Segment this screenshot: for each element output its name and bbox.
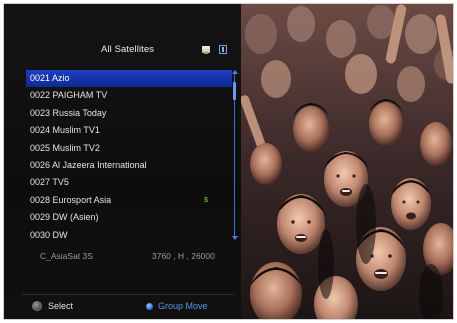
tv-screen: All Satellites 0021 Azio 0022 PAIGHAM TV 0… bbox=[3, 3, 454, 320]
ok-button-icon bbox=[32, 301, 42, 311]
crowd-video-image bbox=[241, 4, 453, 319]
channel-list-panel: All Satellites 0021 Azio 0022 PAIGHAM TV 0… bbox=[4, 4, 241, 319]
footer-divider bbox=[22, 294, 235, 295]
select-label: Select bbox=[48, 301, 74, 311]
channel-name: Muslim TV1 bbox=[52, 125, 100, 136]
channel-label: 0030 DW bbox=[30, 227, 68, 244]
channel-name: DW bbox=[52, 229, 68, 240]
channel-row[interactable]: 0023 Russia Today bbox=[26, 105, 232, 122]
channel-label: 0022 PAIGHAM TV bbox=[30, 87, 107, 104]
channel-label: 0021 Azio bbox=[30, 70, 70, 87]
scroll-thumb[interactable] bbox=[233, 82, 236, 100]
satellite-name: C_AsiaSat 3S bbox=[40, 251, 93, 261]
channel-number: 0029 bbox=[30, 212, 51, 223]
channel-number: 0027 bbox=[30, 177, 51, 188]
channel-label: 0024 Muslim TV1 bbox=[30, 122, 100, 139]
channel-label: 0027 TV5 bbox=[30, 174, 69, 191]
channel-number: 0023 bbox=[30, 107, 51, 118]
channel-number: 0024 bbox=[30, 125, 51, 136]
tv-icon bbox=[202, 46, 210, 54]
select-button[interactable]: Select bbox=[32, 300, 73, 312]
channel-label: 0026 Al Jazeera International bbox=[30, 157, 147, 174]
channel-row[interactable]: 0030 DW bbox=[26, 227, 232, 244]
channel-row[interactable]: 0026 Al Jazeera International bbox=[26, 157, 232, 174]
channel-list-scrollbar[interactable] bbox=[232, 70, 238, 240]
transponder-params: 3760 , H , 26000 bbox=[152, 251, 215, 261]
channel-name: TV5 bbox=[52, 177, 69, 188]
blue-key-icon bbox=[146, 302, 153, 310]
channel-number: 0026 bbox=[30, 159, 51, 170]
channel-label: 0023 Russia Today bbox=[30, 105, 106, 122]
group-move-button[interactable]: Group Move bbox=[146, 300, 208, 312]
group-move-label: Group Move bbox=[158, 301, 208, 311]
channel-number: 0028 bbox=[30, 194, 51, 205]
channel-number: 0025 bbox=[30, 142, 51, 153]
satellite-group-title: All Satellites bbox=[101, 44, 155, 55]
channel-name: PAIGHAM TV bbox=[52, 90, 108, 101]
scroll-down-arrow-icon[interactable] bbox=[232, 236, 238, 240]
channel-name: DW (Asien) bbox=[52, 212, 99, 223]
channel-row[interactable]: 0029 DW (Asien) bbox=[26, 209, 232, 226]
scroll-up-arrow-icon[interactable] bbox=[232, 70, 238, 74]
channel-row[interactable]: 0024 Muslim TV1 bbox=[26, 122, 232, 139]
channel-row[interactable]: 0028 Eurosport Asia $ bbox=[26, 192, 232, 209]
channel-label: 0029 DW (Asien) bbox=[30, 209, 99, 226]
channel-row[interactable]: 0021 Azio bbox=[26, 70, 232, 88]
channel-number: 0030 bbox=[30, 229, 51, 240]
channel-list[interactable]: 0021 Azio 0022 PAIGHAM TV 0023 Russia Toda… bbox=[26, 70, 232, 244]
channel-row[interactable]: 0022 PAIGHAM TV bbox=[26, 87, 232, 104]
channel-row[interactable]: 0025 Muslim TV2 bbox=[26, 140, 232, 157]
channel-name: Eurosport Asia bbox=[52, 194, 112, 205]
video-preview bbox=[241, 4, 453, 319]
channel-row[interactable]: 0027 TV5 bbox=[26, 174, 232, 191]
channel-number: 0022 bbox=[30, 90, 51, 101]
scrambled-icon: $ bbox=[204, 196, 208, 204]
channel-label: 0025 Muslim TV2 bbox=[30, 140, 100, 157]
panel-header: All Satellites bbox=[4, 42, 241, 60]
channel-label: 0028 Eurosport Asia bbox=[30, 192, 111, 209]
channel-name: Russia Today bbox=[52, 107, 107, 118]
info-icon bbox=[219, 45, 227, 54]
channel-name: Al Jazeera International bbox=[52, 159, 147, 170]
channel-name: Azio bbox=[52, 73, 70, 83]
channel-name: Muslim TV2 bbox=[52, 142, 100, 153]
channel-number: 0021 bbox=[30, 73, 51, 83]
